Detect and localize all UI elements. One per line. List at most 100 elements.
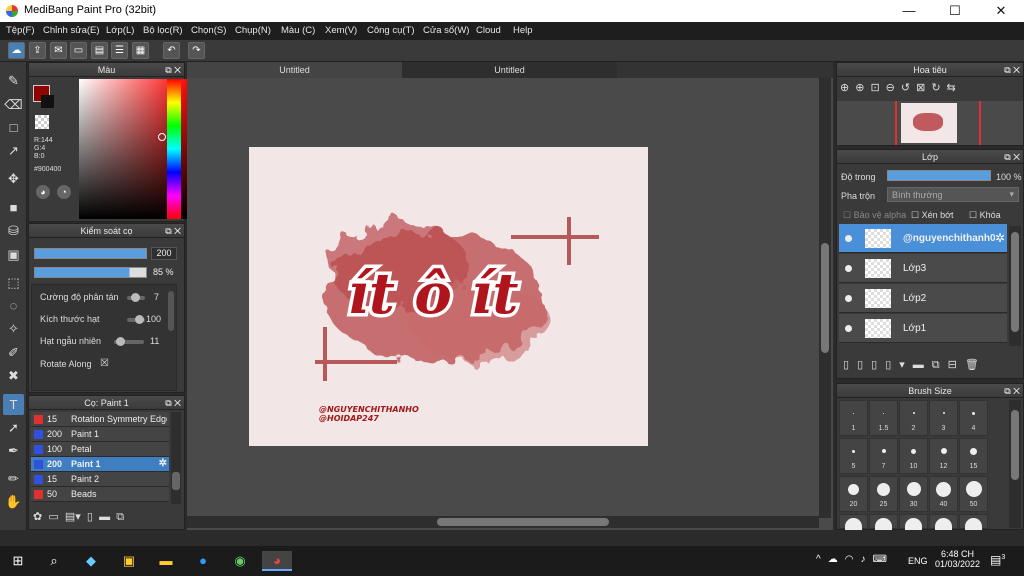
app-icon[interactable]: ◉ bbox=[229, 551, 251, 571]
menu-help[interactable]: Help bbox=[513, 25, 533, 36]
visibility-eye-icon[interactable] bbox=[845, 325, 852, 332]
share-icon[interactable]: ⇪ bbox=[29, 42, 46, 59]
brush-size-option[interactable]: 2 bbox=[899, 400, 928, 436]
tab-untitled-2[interactable]: Untitled bbox=[402, 62, 617, 78]
magic-wand-tool-icon[interactable]: ✧ bbox=[3, 318, 24, 339]
visibility-eye-icon[interactable] bbox=[845, 235, 852, 242]
tab-untitled-1[interactable]: Untitled bbox=[187, 62, 402, 78]
menu-tools[interactable]: Công cụ(T) bbox=[367, 25, 415, 36]
maximize-button[interactable]: ☐ bbox=[932, 0, 978, 22]
blend-mode-select[interactable]: Bình thường ▾ bbox=[887, 187, 1019, 202]
color-picker-cursor[interactable] bbox=[158, 133, 166, 141]
brush-size-option[interactable]: 50 bbox=[959, 476, 988, 512]
select-rect-tool-icon[interactable]: ⬚ bbox=[3, 272, 24, 293]
zoom-fit-icon[interactable]: ⊕ bbox=[840, 82, 855, 94]
brush-opacity-slider[interactable] bbox=[34, 267, 147, 278]
chat-icon[interactable]: ▭ bbox=[70, 42, 87, 59]
volume-icon[interactable]: ♪ bbox=[860, 554, 872, 565]
brush-list-item[interactable]: 15 Rotation Symmetry Edge bbox=[31, 412, 169, 427]
menu-color[interactable]: Màu (C) bbox=[281, 25, 315, 36]
color-wheel-icon[interactable]: ◔ bbox=[57, 185, 71, 199]
brush-list-item[interactable]: 200 Paint 1 ✲ bbox=[31, 457, 169, 472]
new-layer-icon[interactable]: ▯ bbox=[843, 359, 857, 371]
brush-size-option[interactable]: 12 bbox=[929, 438, 958, 474]
duplicate-layer-icon[interactable]: ⧉ bbox=[932, 359, 948, 371]
visibility-eye-icon[interactable] bbox=[845, 295, 852, 302]
hand-tool-icon[interactable]: ✋ bbox=[3, 491, 24, 512]
menu-view[interactable]: Xem(V) bbox=[325, 25, 357, 36]
brush-size-option[interactable] bbox=[899, 514, 928, 530]
zoom-in-icon[interactable]: ⊕ bbox=[855, 82, 870, 94]
bucket-tool-icon[interactable]: ⛁ bbox=[3, 220, 24, 241]
gear-icon[interactable]: ✲ bbox=[995, 231, 1005, 245]
menu-file[interactable]: Tệp(F) bbox=[6, 25, 35, 36]
menu-select[interactable]: Chọn(S) bbox=[191, 25, 226, 36]
rotate-along-checkbox[interactable]: ☒ bbox=[100, 358, 109, 369]
brush-size-option[interactable]: 30 bbox=[899, 476, 928, 512]
menu-window[interactable]: Cửa sổ(W) bbox=[423, 25, 469, 36]
layer-row[interactable]: Lớp2 bbox=[839, 284, 1007, 313]
menu-layer[interactable]: Lớp(L) bbox=[106, 25, 134, 36]
line-tool-icon[interactable]: ↗ bbox=[3, 140, 24, 161]
brush-settings-scrollbar[interactable] bbox=[168, 291, 174, 331]
language-indicator[interactable]: ENG bbox=[908, 556, 928, 566]
document-icon[interactable]: ▤ bbox=[91, 42, 108, 59]
protect-alpha-option[interactable]: ☐ Bảo vệ alpha bbox=[843, 210, 906, 221]
layers-scrollbar[interactable] bbox=[1009, 226, 1021, 346]
layer-row[interactable]: Lớp1 bbox=[839, 314, 1007, 343]
brush-size-option[interactable]: 15 bbox=[959, 438, 988, 474]
palette-icon[interactable]: ◕ bbox=[36, 185, 50, 199]
menu-cloud[interactable]: Cloud bbox=[476, 25, 501, 36]
search-icon[interactable]: ⌕ bbox=[43, 551, 65, 571]
lasso-tool-icon[interactable]: ◌ bbox=[3, 295, 24, 316]
redo-icon[interactable]: ↷ bbox=[188, 42, 205, 59]
brush-list-item[interactable]: 100 Petal bbox=[31, 442, 169, 457]
menu-capture[interactable]: Chụp(N) bbox=[235, 25, 271, 36]
hue-slider[interactable] bbox=[167, 79, 181, 219]
brush-size-option[interactable]: 10 bbox=[899, 438, 928, 474]
flip-icon[interactable]: ⇆ bbox=[947, 82, 962, 94]
brush-size-option[interactable]: 3 bbox=[929, 400, 958, 436]
actual-size-icon[interactable]: ⊠ bbox=[916, 82, 931, 94]
panel-controls-icon[interactable]: ⧉ ✕ bbox=[165, 396, 181, 410]
brush-size-option[interactable]: 20 bbox=[839, 476, 868, 512]
rotate-left-icon[interactable]: ↺ bbox=[901, 82, 916, 94]
folder-icon[interactable]: ▬ bbox=[99, 511, 110, 523]
scatter-slider[interactable] bbox=[127, 293, 145, 302]
list-icon[interactable]: ☰ bbox=[111, 42, 128, 59]
transparent-color-swatch[interactable] bbox=[35, 115, 49, 129]
eyedropper-tool-icon[interactable]: ✒ bbox=[3, 440, 24, 461]
gradient-tool-icon[interactable]: ▣ bbox=[3, 244, 24, 265]
duplicate-icon[interactable]: ⧉ bbox=[116, 511, 124, 523]
network-icon[interactable]: ☁ bbox=[828, 554, 845, 565]
panel-controls-icon[interactable]: ⧉ ✕ bbox=[165, 224, 181, 238]
menu-edit[interactable]: Chỉnh sửa(E) bbox=[43, 25, 100, 36]
clock[interactable]: 6:48 CH 01/03/2022 bbox=[935, 549, 980, 569]
brush-size-option[interactable] bbox=[869, 514, 898, 530]
layer-row[interactable]: @nguyenchithanh0 ✲ bbox=[839, 224, 1007, 253]
panel-controls-icon[interactable]: ⧉ ✕ bbox=[1004, 63, 1020, 77]
notification-icon[interactable]: ▤3 bbox=[990, 553, 1005, 567]
add-layer-menu-icon[interactable]: ▯▾ bbox=[885, 359, 913, 371]
brush-size-option[interactable]: 5 bbox=[839, 438, 868, 474]
menu-filter[interactable]: Bộ lọc(R) bbox=[143, 25, 183, 36]
fit-window-icon[interactable]: ⊡ bbox=[870, 82, 885, 94]
canvas-paper[interactable]: ít ô ít @NGUYENCHITHANHO @HOIDAP247 bbox=[249, 147, 648, 446]
grid-icon[interactable]: ▦ bbox=[132, 42, 149, 59]
medibang-taskbar-icon[interactable]: ◕ bbox=[262, 551, 292, 571]
brush-list-item[interactable]: 15 Paint 2 bbox=[31, 472, 169, 487]
visibility-eye-icon[interactable] bbox=[845, 265, 852, 272]
chevron-up-icon[interactable]: ^ bbox=[816, 554, 828, 565]
brush-size-slider[interactable] bbox=[34, 248, 147, 259]
shape-tool-icon[interactable]: □ bbox=[3, 117, 24, 138]
delete-layer-icon[interactable]: 🗑 bbox=[965, 359, 987, 371]
particle-size-slider[interactable] bbox=[127, 315, 145, 324]
move-tool-icon[interactable]: ✥ bbox=[3, 168, 24, 189]
close-button[interactable]: ✕ bbox=[978, 0, 1024, 22]
gear-icon[interactable]: ✲ bbox=[159, 458, 167, 469]
merge-layer-icon[interactable]: ⊟ bbox=[948, 359, 965, 371]
fill-rect-tool-icon[interactable]: ■ bbox=[3, 197, 24, 218]
navigator-preview[interactable] bbox=[837, 101, 1023, 145]
panel-controls-icon[interactable]: ⧉ ✕ bbox=[1004, 384, 1020, 398]
brush-size-scrollbar[interactable] bbox=[1009, 400, 1021, 528]
